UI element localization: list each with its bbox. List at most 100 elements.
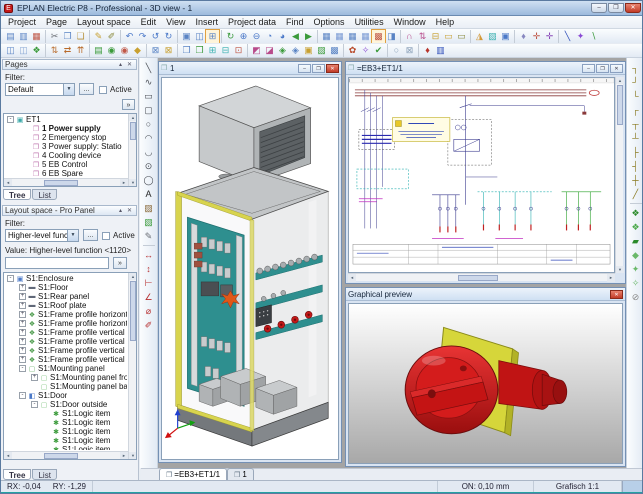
toolbar-icon[interactable]: ⇅ [48, 44, 61, 57]
toolbar-icon[interactable]: ◆ [131, 44, 144, 57]
preview-titlebar[interactable]: Graphical preview ✕ [346, 288, 625, 301]
minimize-icon[interactable]: – [582, 64, 595, 73]
layout-tree-item[interactable]: ✱ S1:Logic item [5, 445, 127, 450]
pin-icon[interactable]: ▴ [116, 61, 125, 68]
toolbar-icon[interactable]: ┤ [629, 159, 643, 173]
toolbar-icon[interactable]: ♦ [517, 30, 530, 43]
toolbar-icon[interactable]: ◯ [142, 173, 156, 187]
scroll-up-icon[interactable]: ▲ [616, 77, 624, 84]
toolbar-icon[interactable]: ▭ [442, 30, 455, 43]
pages-horizontal-scrollbar[interactable]: ◄ ► [4, 178, 128, 186]
toolbar-icon[interactable]: ⊕ [237, 30, 250, 43]
layout-tree-item[interactable]: ✱ S1:Logic item [5, 418, 127, 427]
preview-canvas[interactable] [348, 303, 623, 464]
scroll-thumb[interactable] [130, 281, 136, 341]
layout-tree-item[interactable]: + ▬ S1:Roof plate [5, 301, 127, 310]
toolbar-icon[interactable]: ▶ [302, 30, 315, 43]
toolbar-icon[interactable]: ✔ [372, 44, 385, 57]
toolbar-icon[interactable]: ○ [390, 44, 403, 57]
menu-item[interactable]: Help [431, 16, 460, 28]
expand-toggle-icon[interactable]: + [19, 329, 26, 336]
toolbar-icon[interactable]: ◈ [289, 44, 302, 57]
document-tab-3d[interactable]: ❒ 1 [227, 468, 254, 480]
toolbar-icon[interactable]: ○ [142, 117, 156, 131]
pages-vertical-scrollbar[interactable]: ▲ ▼ [128, 114, 136, 186]
toolbar-icon[interactable]: ▦ [30, 30, 43, 43]
schematic-titlebar[interactable]: ❐ =EB3+ET1/1 – ❐ ✕ [346, 62, 625, 75]
menu-item[interactable]: Project [3, 16, 41, 28]
toolbar-icon[interactable]: ◫ [17, 44, 30, 57]
toolbar-icon[interactable]: ✦ [574, 30, 587, 43]
toolbar-icon[interactable]: ✦ [629, 262, 643, 276]
toolbar-icon[interactable]: ✂ [48, 30, 61, 43]
toolbar-icon[interactable]: ▥ [434, 44, 447, 57]
toolbar-icon[interactable]: ⊠ [162, 44, 175, 57]
toolbar-icon[interactable]: ▣ [302, 44, 315, 57]
page-tree-item[interactable]: - ▣ ET1 [5, 115, 127, 124]
layout-filter-combobox[interactable]: Higher-level func... ▼ [5, 229, 79, 242]
toolbar-icon[interactable]: ├ [629, 145, 643, 159]
maximize-button[interactable]: ❒ [608, 3, 624, 13]
layout-tree-item[interactable]: + ❖ S1:Frame profile vertical right [5, 346, 127, 355]
layout-tree-item[interactable]: + ❖ S1:Frame profile horizontal flo [5, 310, 127, 319]
scroll-left-icon[interactable]: ◄ [4, 452, 12, 460]
toolbar-icon[interactable]: ▩ [372, 30, 385, 43]
close-button[interactable]: ✕ [625, 3, 641, 13]
layout-tree-item[interactable]: ✱ S1:Logic item [5, 427, 127, 436]
pages-apply-button[interactable]: » [122, 99, 135, 110]
layout-tree-item[interactable]: + ▢ S1:Mounting panel front [5, 373, 127, 382]
scroll-up-icon[interactable]: ▲ [129, 273, 137, 280]
layout-tree-item[interactable]: + ▬ S1:Rear panel [5, 292, 127, 301]
toolbar-icon[interactable]: ▨ [315, 44, 328, 57]
toolbar-icon[interactable]: ✐ [142, 318, 156, 332]
pin-icon[interactable]: ▴ [116, 207, 125, 214]
view3d-titlebar[interactable]: ❒ 1 – ❐ ✕ [159, 62, 341, 75]
toolbar-icon[interactable]: ↶ [123, 30, 136, 43]
toolbar-icon[interactable]: ❒ [193, 44, 206, 57]
toolbar-icon[interactable]: └ [629, 89, 643, 103]
scroll-right-icon[interactable]: ► [120, 452, 128, 460]
toolbar-icon[interactable]: ╱ [629, 187, 643, 201]
toolbar-icon[interactable]: ⇄ [61, 44, 74, 57]
toolbar-icon[interactable]: ◪ [263, 44, 276, 57]
expand-toggle-icon[interactable]: - [19, 392, 26, 399]
scroll-left-icon[interactable]: ◄ [4, 179, 12, 187]
toolbar-icon[interactable]: ┼ [629, 173, 643, 187]
layout-tree-item[interactable]: + ❖ S1:Frame profile vertical left fr [5, 328, 127, 337]
toolbar-icon[interactable]: ⊠ [149, 44, 162, 57]
document-tab-schematic[interactable]: ❐ =EB3+ET1/1 [159, 468, 227, 480]
pages-active-checkbox[interactable] [99, 86, 107, 94]
layout-apply-button[interactable]: » [113, 257, 127, 269]
toolbar-icon[interactable]: ↻ [224, 30, 237, 43]
toolbar-icon[interactable]: ◡ [142, 145, 156, 159]
toolbar-icon[interactable]: ▩ [328, 44, 341, 57]
menu-item[interactable]: Insert [190, 16, 223, 28]
layout-tree-item[interactable]: - ▣ S1:Enclosure [5, 274, 127, 283]
toolbar-icon[interactable]: ╲ [561, 30, 574, 43]
menu-item[interactable]: View [161, 16, 190, 28]
toolbar-icon[interactable]: ▣ [180, 30, 193, 43]
close-icon[interactable]: ✕ [125, 61, 134, 68]
toolbar-icon[interactable]: ⊞ [206, 44, 219, 57]
toolbar-icon[interactable]: ✿ [346, 44, 359, 57]
layoutspace-panel-header[interactable]: Layout space - Pro Panel ▴ ✕ [2, 205, 137, 216]
toolbar-icon[interactable]: ⊟ [429, 30, 442, 43]
toolbar-icon[interactable]: ▰ [629, 234, 643, 248]
menu-item[interactable]: Window [389, 16, 431, 28]
toolbar-icon[interactable]: ✧ [359, 44, 372, 57]
scroll-left-icon[interactable]: ◄ [348, 274, 356, 282]
scroll-thumb[interactable] [617, 85, 623, 125]
page-tree-item[interactable]: ❐ 6 EB Spare [5, 169, 127, 177]
toolbar-icon[interactable]: ✛ [530, 30, 543, 43]
restore-icon[interactable]: ❐ [312, 64, 325, 73]
expand-toggle-icon[interactable]: + [19, 347, 26, 354]
pages-filter-browse-button[interactable]: ... [79, 83, 94, 95]
close-icon[interactable]: ✕ [610, 64, 623, 73]
scroll-right-icon[interactable]: ► [120, 179, 128, 187]
layout-tree-item[interactable]: + ❖ S1:Frame profile vertical right [5, 355, 127, 364]
layout-horizontal-scrollbar[interactable]: ◄ ► [4, 451, 128, 459]
toolbar-icon[interactable]: ╲ [142, 61, 156, 75]
toolbar-icon[interactable]: ◩ [250, 44, 263, 57]
toolbar-icon[interactable]: ⊢ [142, 276, 156, 290]
close-icon[interactable]: ✕ [326, 64, 339, 73]
